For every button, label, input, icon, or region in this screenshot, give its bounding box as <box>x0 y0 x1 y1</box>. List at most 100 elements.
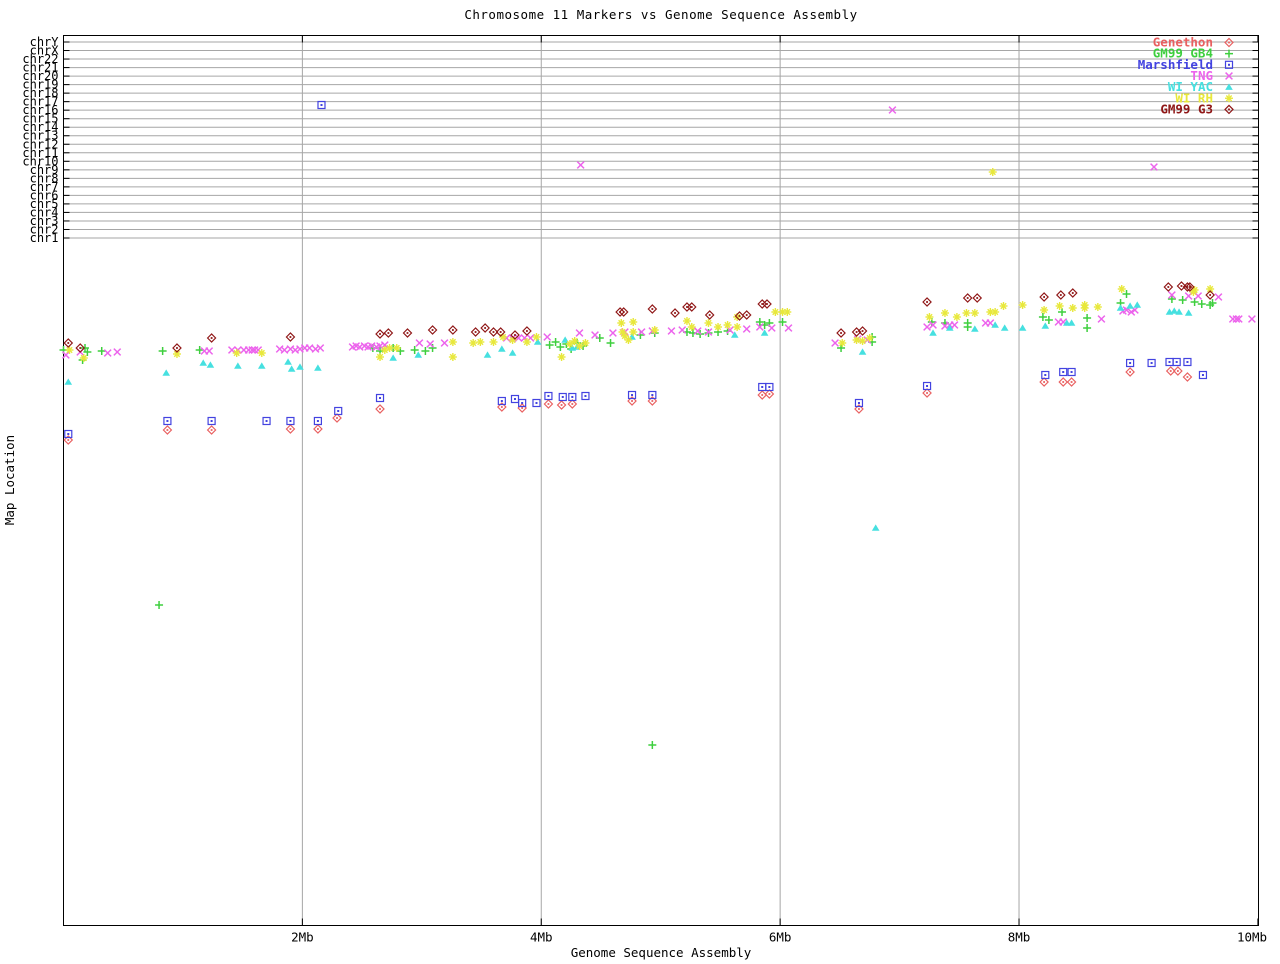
data-point <box>97 347 106 355</box>
legend: GenethonGM99 GB4MarshfieldTNGWI YACWI RH… <box>1138 35 1234 116</box>
diamond-dot-icon <box>176 347 178 349</box>
data-point <box>1039 292 1049 302</box>
diamond-dot-icon <box>861 330 864 332</box>
square-dot-icon <box>1062 371 1065 373</box>
data-point <box>162 369 171 376</box>
data-point <box>305 344 314 352</box>
data-point <box>1018 301 1027 309</box>
diamond-dot-icon <box>1167 286 1170 288</box>
data-point <box>558 392 567 402</box>
square-dot-icon <box>1070 371 1073 373</box>
triangle-icon <box>508 349 517 356</box>
triangle-icon <box>414 351 423 358</box>
triangle-icon <box>483 351 492 358</box>
diamond-dot-icon <box>1169 370 1172 372</box>
diamond-dot-icon <box>761 394 764 396</box>
legend-item-label: GM99 G3 <box>1160 101 1213 116</box>
diamond-dot-icon <box>766 303 768 305</box>
data-point <box>427 325 438 335</box>
diamond-dot-icon <box>379 408 381 410</box>
data-point <box>262 416 271 426</box>
data-point <box>784 324 793 332</box>
triangle-icon <box>760 329 769 336</box>
triangle-icon <box>257 362 266 369</box>
data-point <box>415 339 424 347</box>
square-dot-icon <box>166 420 169 422</box>
triangle-icon <box>1184 309 1193 316</box>
diamond-dot-icon <box>1062 381 1065 383</box>
data-point <box>402 328 413 338</box>
data-point <box>206 361 215 368</box>
data-point <box>1066 377 1077 387</box>
data-point <box>1041 370 1050 380</box>
data-point <box>207 416 216 426</box>
data-point <box>1097 315 1106 323</box>
data-point <box>414 351 423 358</box>
diamond-dot-icon <box>651 400 654 402</box>
square-dot-icon <box>1175 361 1178 363</box>
triangle-icon <box>1041 322 1050 329</box>
data-point <box>155 601 164 609</box>
data-point <box>1163 282 1174 292</box>
diamond-dot-icon <box>690 306 693 308</box>
data-point <box>1117 285 1126 293</box>
data-point <box>469 339 478 347</box>
data-point <box>742 325 751 333</box>
square-dot-icon <box>379 397 382 399</box>
data-point <box>678 326 687 334</box>
square-dot-icon <box>289 420 292 422</box>
diamond-dot-icon <box>492 331 495 333</box>
data-point <box>629 318 638 326</box>
y-row-label: chr1 <box>30 231 59 245</box>
data-point <box>234 362 242 369</box>
diamond-dot-icon <box>387 332 390 334</box>
data-point <box>313 416 323 426</box>
diamond-dot-icon <box>560 404 563 406</box>
data-point <box>313 424 323 434</box>
axis-tick-labels: chrYchrXchr22chr21chr20chr19chr18chr17ch… <box>22 35 1267 945</box>
diamond-dot-icon <box>651 308 654 310</box>
diamond-dot-icon <box>210 337 213 339</box>
data-point <box>1183 357 1192 367</box>
square-dot-icon <box>1228 63 1230 66</box>
data-point <box>285 332 296 342</box>
data-point <box>448 325 458 335</box>
series-genethon <box>63 366 1193 445</box>
diamond-dot-icon <box>1180 285 1183 287</box>
data-point <box>334 406 343 416</box>
data-point <box>999 302 1008 310</box>
square-dot-icon <box>1168 361 1171 363</box>
data-point <box>375 329 385 339</box>
data-point <box>962 309 971 317</box>
data-point <box>836 328 846 338</box>
square-dot-icon <box>547 395 550 397</box>
diamond-dot-icon <box>289 336 292 338</box>
data-point <box>771 308 780 316</box>
diamond-dot-icon <box>738 315 741 317</box>
triangle-icon <box>199 359 208 366</box>
triangle-icon <box>284 358 292 365</box>
data-point <box>489 338 498 346</box>
diamond-dot-icon <box>521 407 524 409</box>
data-point <box>648 741 657 749</box>
data-point <box>988 168 997 176</box>
triangle-icon <box>234 362 242 369</box>
diamond-dot-icon <box>840 332 842 334</box>
data-point <box>1214 293 1223 301</box>
data-point <box>205 347 214 355</box>
triangle-icon <box>314 364 322 371</box>
data-point <box>963 323 972 331</box>
data-point <box>64 378 73 385</box>
data-point <box>606 339 615 347</box>
data-point <box>940 309 949 317</box>
data-point <box>79 354 88 362</box>
data-point <box>682 317 691 325</box>
data-point <box>1184 309 1193 316</box>
data-point <box>476 338 485 346</box>
data-point <box>421 347 430 355</box>
data-point <box>858 348 867 355</box>
series-marshfield <box>64 100 1208 439</box>
data-point <box>383 328 394 338</box>
data-point <box>163 416 172 426</box>
data-point <box>1147 358 1156 368</box>
